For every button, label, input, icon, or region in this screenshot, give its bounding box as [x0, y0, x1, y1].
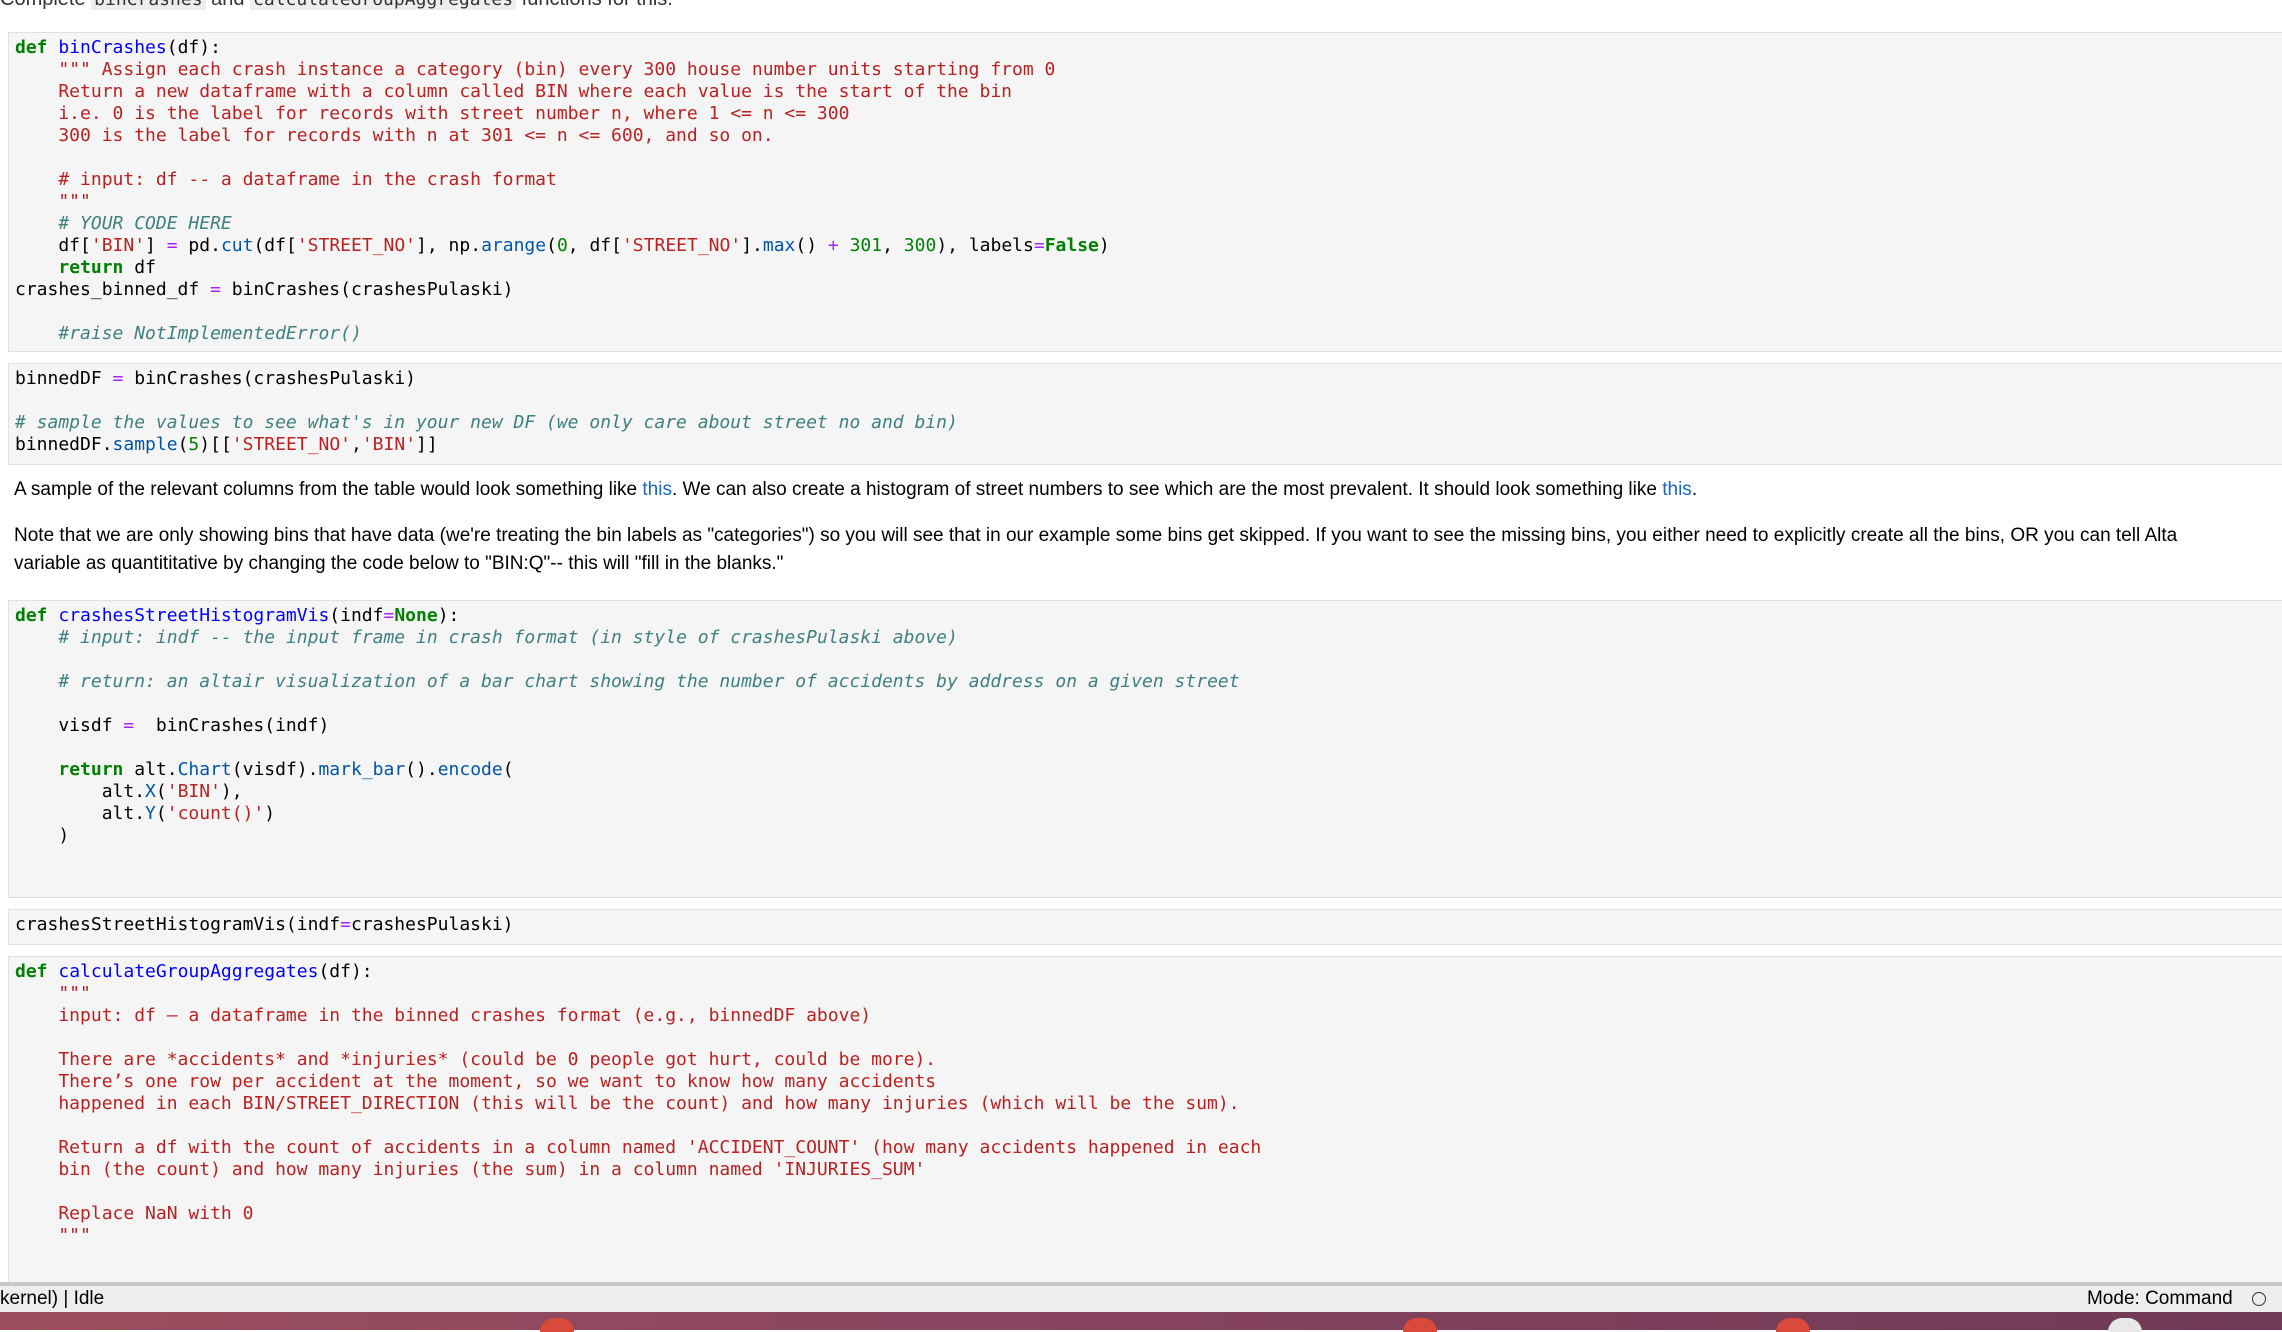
code-editor[interactable]: def crashesStreetHistogramVis(indf=None)…: [9, 601, 2282, 851]
mode-label: Mode: Command: [2086, 1288, 2233, 1309]
code-cell-group-aggregates[interactable]: def calculateGroupAggregates(df): """ in…: [8, 956, 2282, 1286]
status-bar: kernel) | Idle Mode: Command: [0, 1282, 2282, 1312]
markdown-intro: Complete binCrashes and calculateGroupAg…: [0, 0, 673, 10]
markdown-bin-note: Note that we are only showing bins that …: [14, 522, 2177, 578]
code-cell-binneddf[interactable]: binnedDF = binCrashes(crashesPulaski) # …: [8, 363, 2282, 465]
code-editor[interactable]: def calculateGroupAggregates(df): """ in…: [9, 957, 2282, 1251]
code-cell-bincrashes[interactable]: def binCrashes(df): """ Assign each cras…: [8, 32, 2282, 352]
markdown-bin-note-line2: variable as quantititative by changing t…: [14, 553, 784, 574]
kernel-status[interactable]: kernel) | Idle: [0, 1286, 104, 1312]
markdown-bin-note-line1: Note that we are only showing bins that …: [14, 525, 2178, 546]
settings-icon[interactable]: [2252, 1291, 2266, 1306]
code-cell-histogram-call[interactable]: crashesStreetHistogramVis(indf=crashesPu…: [8, 909, 2282, 945]
code-cell-histogram-vis[interactable]: def crashesStreetHistogramVis(indf=None)…: [8, 600, 2282, 898]
code-editor[interactable]: crashesStreetHistogramVis(indf=crashesPu…: [9, 910, 2282, 940]
code-editor[interactable]: def binCrashes(df): """ Assign each cras…: [9, 33, 2282, 349]
link-histogram-example[interactable]: this: [1662, 479, 1692, 500]
link-sample-table[interactable]: this: [642, 479, 672, 500]
dock: [0, 1312, 2282, 1332]
markdown-sample-description: A sample of the relevant columns from th…: [14, 479, 1698, 500]
code-editor[interactable]: binnedDF = binCrashes(crashesPulaski) # …: [9, 364, 2282, 460]
mode-indicator: Mode: Command: [2087, 1286, 2266, 1312]
